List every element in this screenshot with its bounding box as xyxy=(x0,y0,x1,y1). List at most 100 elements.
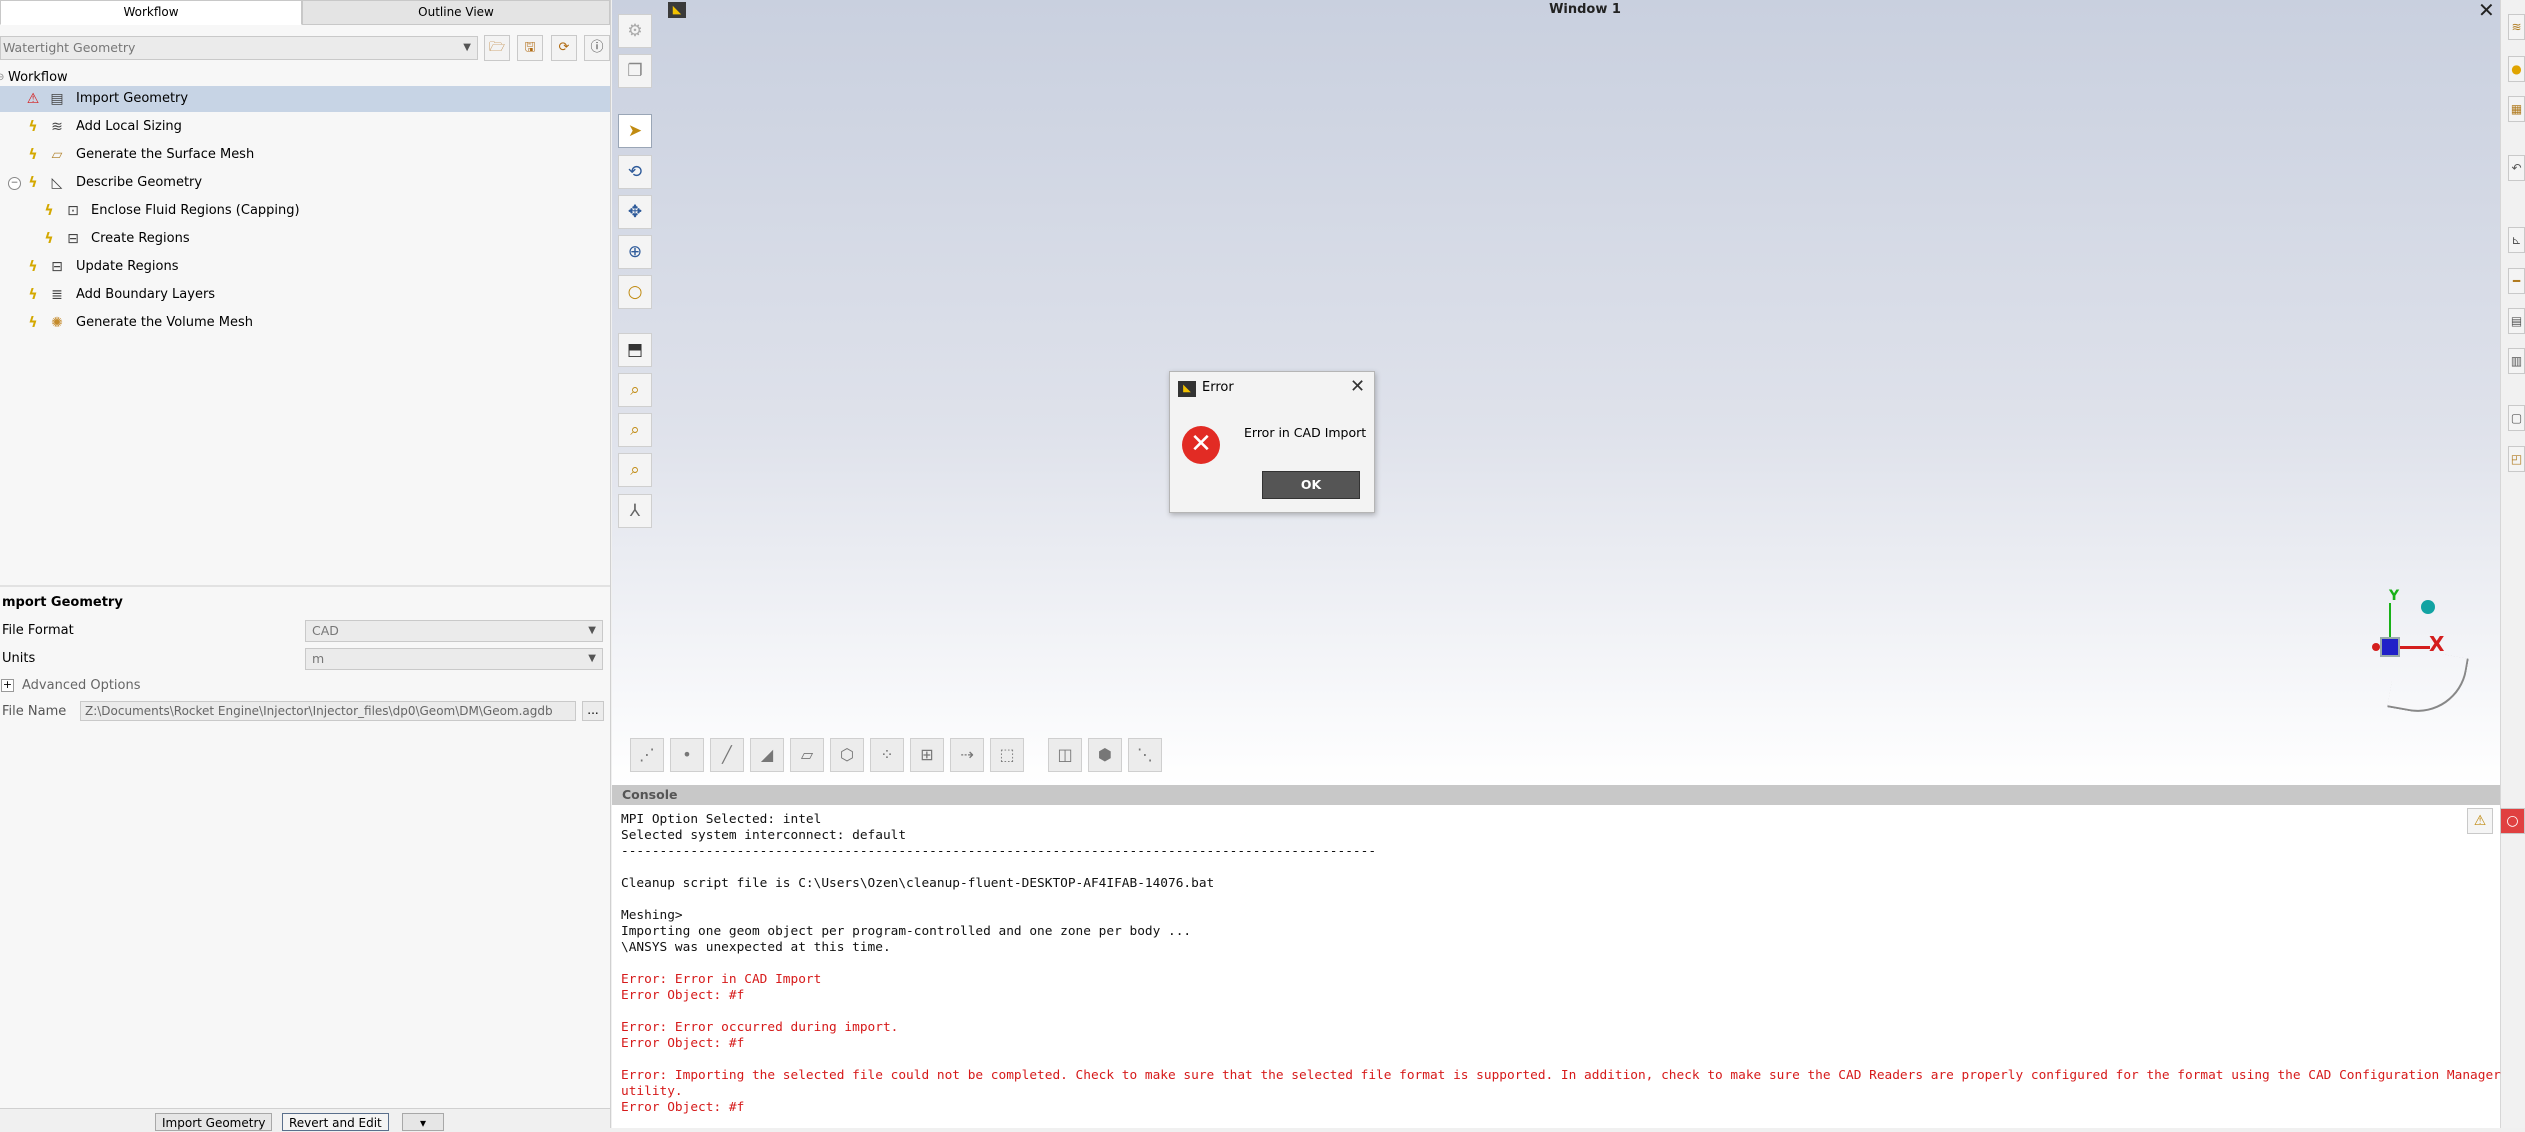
more-options-button[interactable]: ▾ xyxy=(402,1113,444,1131)
select-region-icon[interactable]: ⊞ xyxy=(910,738,944,772)
select-point-icon[interactable]: • xyxy=(670,738,704,772)
dialog-title: Error xyxy=(1202,380,1234,395)
select-zone-icon[interactable]: ⁘ xyxy=(870,738,904,772)
lightning-icon: ϟ xyxy=(44,203,54,219)
zoom-to-area-icon[interactable]: ○ xyxy=(618,275,652,309)
file-name-field[interactable]: Z:\Documents\Rocket Engine\Injector\Inje… xyxy=(80,701,576,721)
panel-splitter[interactable] xyxy=(0,585,610,587)
triad-y-axis xyxy=(2389,603,2391,637)
toolbar-icon-5[interactable]: ⊾ xyxy=(2508,227,2525,253)
axes-icon[interactable]: ⅄ xyxy=(618,494,652,528)
task-label: Describe Geometry xyxy=(76,175,203,190)
console-line: Cleanup script file is C:\Users\Ozen\cle… xyxy=(621,876,1215,891)
console-line: ----------------------------------------… xyxy=(621,844,1377,859)
info-icon[interactable]: ⓘ xyxy=(584,35,610,61)
show-nodes-icon[interactable]: ⋱ xyxy=(1128,738,1162,772)
toolbar-icon-2[interactable]: ● xyxy=(2508,56,2525,82)
select-box-icon[interactable]: ⬚ xyxy=(990,738,1024,772)
rotate-icon[interactable]: ⟲ xyxy=(618,155,652,189)
select-connected-icon[interactable]: ⇢ xyxy=(950,738,984,772)
tab-workflow[interactable]: Workflow xyxy=(0,0,302,25)
toolbar-icon-1[interactable]: ≋ xyxy=(2508,14,2525,40)
dialog-message: Error in CAD Import xyxy=(1244,425,1367,440)
graphics-window[interactable] xyxy=(612,0,2500,785)
console-title: Console xyxy=(612,785,2500,805)
select-body-icon[interactable]: ⬡ xyxy=(830,738,864,772)
fit-to-window-icon[interactable]: ⬒ xyxy=(618,333,652,367)
file-format-select[interactable]: CAD ▼ xyxy=(305,620,603,642)
task-import-geometry[interactable]: ⚠ ▤ Import Geometry xyxy=(0,86,610,112)
save-icon[interactable]: 🖫 xyxy=(517,35,543,61)
import-geometry-button[interactable]: Import Geometry xyxy=(155,1113,273,1131)
console-output[interactable]: MPI Option Selected: intel Selected syste… xyxy=(621,812,2506,1116)
toolbar-icon-9[interactable]: ▢ xyxy=(2508,405,2525,431)
show-faces-icon[interactable]: ◫ xyxy=(1048,738,1082,772)
settings-icon[interactable]: ⚙ xyxy=(618,14,652,48)
task-label: Enclose Fluid Regions (Capping) xyxy=(91,203,300,218)
show-cells-icon[interactable]: ⬢ xyxy=(1088,738,1122,772)
toolbar-icon-8[interactable]: ▥ xyxy=(2508,348,2525,374)
expand-icon[interactable]: + xyxy=(1,679,14,692)
console-line: Importing one geom object per program-co… xyxy=(621,924,1192,939)
triad-z-marker xyxy=(2372,643,2380,651)
console-line: Meshing> xyxy=(621,908,683,923)
revert-and-edit-button[interactable]: Revert and Edit xyxy=(282,1113,389,1131)
zoom-fit-icon[interactable]: ⌕ xyxy=(618,373,652,407)
toolbar-icon-4[interactable]: ↶ xyxy=(2508,155,2525,181)
select-face-icon[interactable]: ◢ xyxy=(750,738,784,772)
task-enclose-fluid-regions[interactable]: ϟ ⊡ Enclose Fluid Regions (Capping) xyxy=(0,198,610,224)
zoom-selection-icon[interactable]: ⌕ xyxy=(618,453,652,487)
pointer-icon[interactable]: ➤ xyxy=(618,114,652,148)
triad-light-icon[interactable] xyxy=(2421,600,2435,614)
collapse-icon[interactable]: − xyxy=(8,177,21,190)
console-error-line: Error: Error occurred during import. xyxy=(621,1020,899,1035)
chevron-down-icon: ▼ xyxy=(588,625,596,636)
task-describe-geometry[interactable]: − ϟ ◺ Describe Geometry xyxy=(0,170,610,196)
tab-outline-view[interactable]: Outline View xyxy=(302,0,610,25)
import-geometry-icon: ▤ xyxy=(50,91,64,107)
task-label: Update Regions xyxy=(76,259,179,274)
task-generate-surface-mesh[interactable]: ϟ ▱ Generate the Surface Mesh xyxy=(0,142,610,168)
lightning-icon: ϟ xyxy=(28,287,38,303)
toolbar-icon-7[interactable]: ▤ xyxy=(2508,308,2525,334)
zoom-out-icon[interactable]: ⌕ xyxy=(618,413,652,447)
describe-geometry-icon: ◺ xyxy=(51,175,63,191)
toolbar-icon-3[interactable]: ▦ xyxy=(2508,96,2525,122)
console-line: Selected system interconnect: default xyxy=(621,828,907,843)
refresh-icon[interactable]: ⟳ xyxy=(551,35,577,61)
local-sizing-icon: ≋ xyxy=(51,119,63,135)
units-select[interactable]: m ▼ xyxy=(305,648,603,670)
close-icon[interactable]: ✕ xyxy=(1350,376,1365,397)
zoom-in-out-icon[interactable]: ⊕ xyxy=(618,235,652,269)
select-surface-icon[interactable]: ▱ xyxy=(790,738,824,772)
file-name-value: Z:\Documents\Rocket Engine\Injector\Inje… xyxy=(85,704,553,718)
lightning-icon: ϟ xyxy=(44,231,54,247)
fluent-logo-icon: ◣ xyxy=(1178,381,1196,397)
boundary-layers-icon: ≣ xyxy=(51,287,63,303)
panel-tabs: Workflow Outline View xyxy=(0,0,610,25)
workflow-type-select[interactable]: Watertight Geometry ▼ xyxy=(0,36,478,60)
task-add-boundary-layers[interactable]: ϟ ≣ Add Boundary Layers xyxy=(0,282,610,308)
console-error-line: Error: Error in CAD Import xyxy=(621,972,822,987)
close-window-icon[interactable]: ✕ xyxy=(2478,0,2495,22)
ok-button[interactable]: OK xyxy=(1262,471,1360,499)
create-regions-icon: ⊟ xyxy=(67,231,79,247)
toolbar-icon-10[interactable]: ◰ xyxy=(2508,446,2525,472)
browse-button[interactable]: ... xyxy=(582,701,604,721)
task-action-bar: Import Geometry Revert and Edit ▾ xyxy=(0,1108,610,1131)
toolbar-icon-6[interactable]: ━ xyxy=(2508,268,2525,294)
pan-icon[interactable]: ✥ xyxy=(618,195,652,229)
task-add-local-sizing[interactable]: ϟ ≋ Add Local Sizing xyxy=(0,114,610,140)
views-icon[interactable]: ❐ xyxy=(618,54,652,88)
select-filter-icon[interactable]: ⋰ xyxy=(630,738,664,772)
properties-title: mport Geometry xyxy=(2,595,123,610)
open-folder-icon[interactable]: 🗁 xyxy=(484,35,510,61)
task-create-regions[interactable]: ϟ ⊟ Create Regions xyxy=(0,226,610,252)
select-edge-icon[interactable]: ╱ xyxy=(710,738,744,772)
task-generate-volume-mesh[interactable]: ϟ ✺ Generate the Volume Mesh xyxy=(0,310,610,336)
console-line: MPI Option Selected: intel xyxy=(621,812,822,827)
task-update-regions[interactable]: ϟ ⊟ Update Regions xyxy=(0,254,610,280)
